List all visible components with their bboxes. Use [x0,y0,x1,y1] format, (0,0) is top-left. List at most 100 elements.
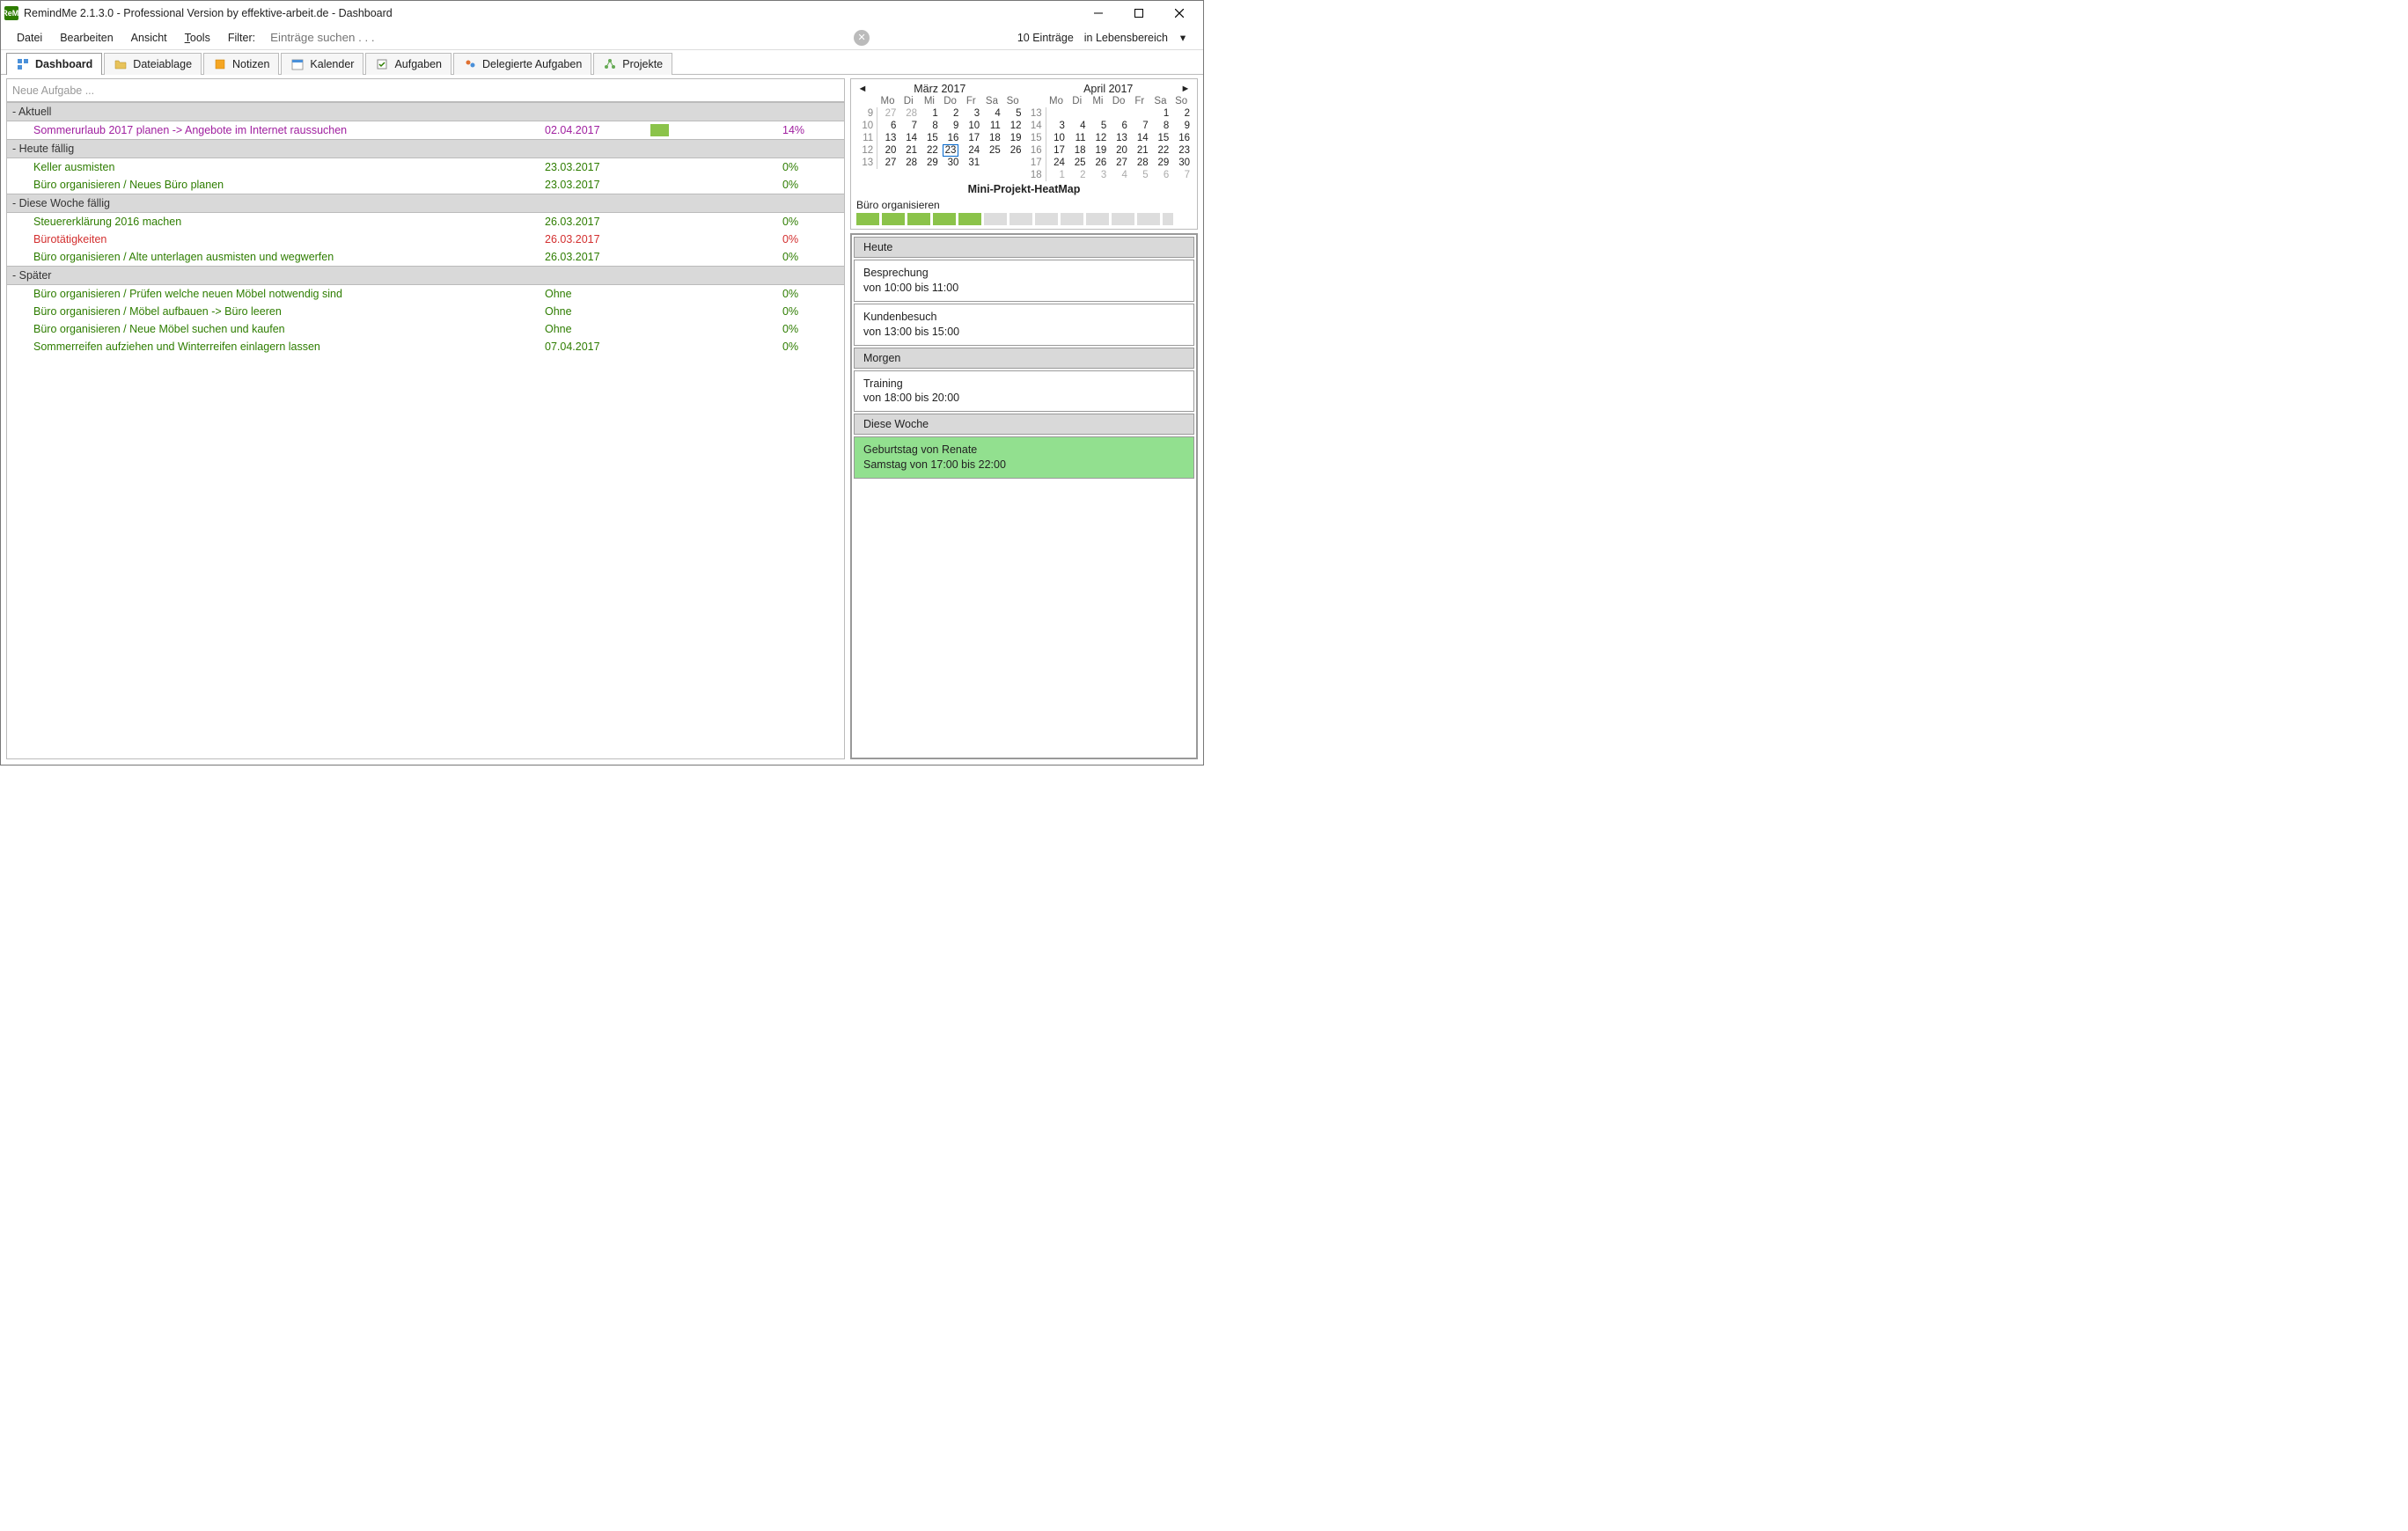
appointment-item[interactable]: Besprechungvon 10:00 bis 11:00 [854,260,1194,302]
calendar-day[interactable]: 23 [1171,144,1192,157]
calendar-day[interactable]: 5 [1129,169,1150,181]
calendar-prev-button[interactable]: ◄ [856,84,869,94]
calendar-day[interactable]: 23 [940,144,961,157]
calendar-day[interactable] [1088,107,1109,120]
task-row[interactable]: Steuererklärung 2016 machen26.03.20170% [7,213,844,231]
appointment-item[interactable]: Geburtstag von RenateSamstag von 17:00 b… [854,436,1194,479]
calendar-day[interactable]: 22 [919,144,940,157]
calendar-day[interactable]: 25 [981,144,1002,157]
calendar-day[interactable] [1067,107,1088,120]
calendar-day[interactable]: 21 [1129,144,1150,157]
calendar-day[interactable]: 19 [1088,144,1109,157]
calendar-day[interactable]: 29 [919,157,940,169]
filter-clear-button[interactable]: ✕ [854,30,870,46]
calendar-day[interactable]: 2 [1171,107,1192,120]
calendar-day[interactable]: 6 [1150,169,1171,181]
calendar-day[interactable]: 12 [1002,120,1024,132]
calendar-day[interactable]: 30 [940,157,961,169]
calendar-day[interactable]: 9 [940,120,961,132]
calendar-day[interactable]: 12 [1088,132,1109,144]
calendar-day[interactable]: 31 [960,157,981,169]
calendar-day[interactable]: 2 [940,107,961,120]
calendar-day[interactable]: 27 [1108,157,1129,169]
calendar-day[interactable]: 7 [1171,169,1192,181]
calendar-day[interactable]: 11 [981,120,1002,132]
calendar-day[interactable]: 29 [1150,157,1171,169]
calendar-day[interactable]: 8 [919,120,940,132]
calendar-day[interactable]: 25 [1067,157,1088,169]
calendar-day[interactable]: 1 [919,107,940,120]
calendar-day[interactable]: 1 [1150,107,1171,120]
filter-input[interactable] [264,28,845,48]
calendar-day[interactable]: 9 [1171,120,1192,132]
calendar-day[interactable]: 3 [1046,120,1067,132]
calendar-day[interactable]: 15 [1150,132,1171,144]
calendar-day[interactable]: 3 [1088,169,1109,181]
calendar-day[interactable]: 4 [1067,120,1088,132]
calendar-day[interactable]: 17 [1046,144,1067,157]
task-row[interactable]: Büro organisieren / Neue Möbel suchen un… [7,320,844,338]
calendar-day[interactable]: 14 [1129,132,1150,144]
calendar-day[interactable]: 4 [981,107,1002,120]
calendar-day[interactable]: 6 [877,120,899,132]
minimize-button[interactable] [1078,1,1119,26]
calendar-next-button[interactable]: ► [1179,84,1192,94]
calendar-day[interactable]: 10 [1046,132,1067,144]
calendar-day[interactable]: 24 [960,144,981,157]
calendar-day[interactable]: 20 [1108,144,1129,157]
calendar-day[interactable] [1108,107,1129,120]
calendar-day[interactable]: 26 [1088,157,1109,169]
task-row[interactable]: Büro organisieren / Alte unterlagen ausm… [7,248,844,266]
calendar-day[interactable]: 28 [898,157,919,169]
calendar-day[interactable]: 18 [981,132,1002,144]
tab-kalender[interactable]: Kalender [281,53,363,75]
calendar-day[interactable]: 6 [1108,120,1129,132]
calendar-day[interactable]: 14 [898,132,919,144]
calendar-day[interactable] [1002,157,1024,169]
calendar-day[interactable] [981,157,1002,169]
calendar-day[interactable]: 11 [1067,132,1088,144]
new-task-input[interactable]: Neue Aufgabe ... [7,79,844,102]
calendar-day[interactable]: 13 [1108,132,1129,144]
calendar-day[interactable]: 15 [919,132,940,144]
calendar-day[interactable]: 1 [1046,169,1067,181]
calendar-day[interactable]: 2 [1067,169,1088,181]
tab-projekte[interactable]: Projekte [593,53,672,75]
tab-notizen[interactable]: Notizen [203,53,279,75]
task-row[interactable]: Büro organisieren / Neues Büro planen23.… [7,176,844,194]
calendar-day[interactable] [1046,107,1067,120]
calendar-day[interactable]: 16 [1171,132,1192,144]
scope-dropdown-icon[interactable]: ▾ [1178,31,1187,44]
calendar-day[interactable] [1129,107,1150,120]
menu-bearbeiten[interactable]: Bearbeiten [51,28,121,48]
calendar-day[interactable]: 8 [1150,120,1171,132]
calendar-day[interactable]: 28 [1129,157,1150,169]
calendar-day[interactable]: 4 [1108,169,1129,181]
task-row[interactable]: Sommerreifen aufziehen und Winterreifen … [7,338,844,355]
task-row[interactable]: Bürotätigkeiten26.03.20170% [7,231,844,248]
task-row[interactable]: Keller ausmisten23.03.20170% [7,158,844,176]
calendar-day[interactable]: 26 [1002,144,1024,157]
menu-ansicht[interactable]: Ansicht [122,28,176,48]
task-group-header[interactable]: - Diese Woche fällig [7,194,844,213]
calendar-day[interactable]: 7 [1129,120,1150,132]
task-row[interactable]: Büro organisieren / Prüfen welche neuen … [7,285,844,303]
calendar-day[interactable]: 28 [898,107,919,120]
calendar-day[interactable]: 5 [1002,107,1024,120]
calendar-day[interactable]: 16 [940,132,961,144]
maximize-button[interactable] [1119,1,1159,26]
calendar-day[interactable]: 22 [1150,144,1171,157]
close-button[interactable] [1159,1,1200,26]
tab-dashboard[interactable]: Dashboard [6,53,102,75]
calendar-day[interactable]: 7 [898,120,919,132]
calendar-day[interactable]: 30 [1171,157,1192,169]
calendar-day[interactable]: 21 [898,144,919,157]
task-group-header[interactable]: - Aktuell [7,102,844,121]
task-row[interactable]: Sommerurlaub 2017 planen -> Angebote im … [7,121,844,139]
menu-datei[interactable]: Datei [8,28,51,48]
tab-delegierte[interactable]: Delegierte Aufgaben [453,53,591,75]
appointment-item[interactable]: Trainingvon 18:00 bis 20:00 [854,370,1194,413]
tab-aufgaben[interactable]: Aufgaben [365,53,452,75]
calendar-day[interactable]: 10 [960,120,981,132]
calendar-day[interactable]: 5 [1088,120,1109,132]
